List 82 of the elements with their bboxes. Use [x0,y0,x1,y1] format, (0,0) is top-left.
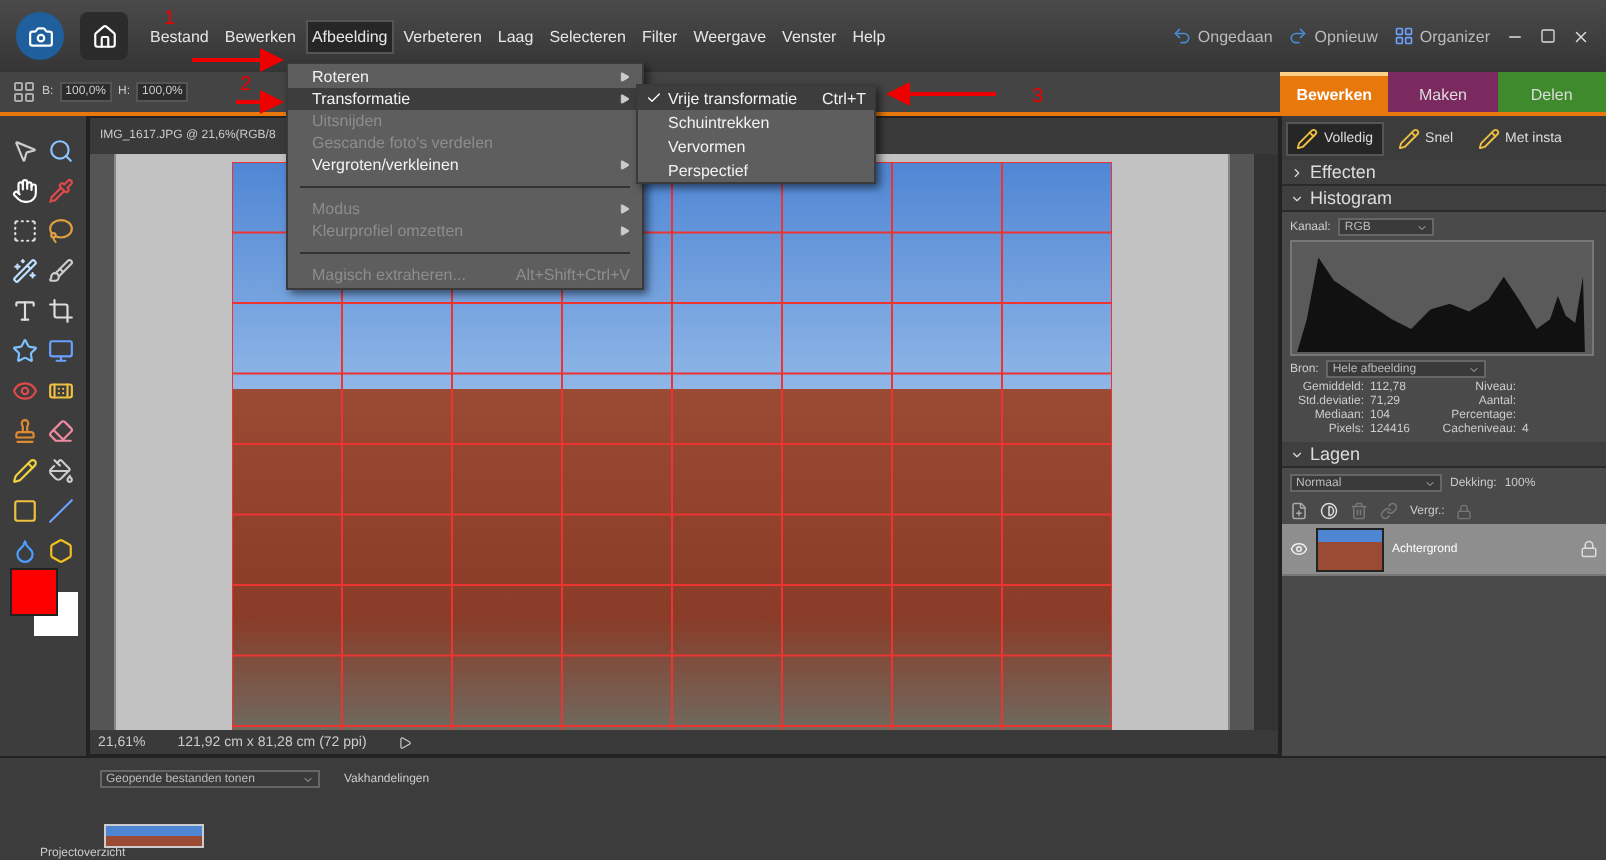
search-icon[interactable] [48,137,75,163]
grid-icon[interactable] [12,80,36,104]
hexagon-icon[interactable] [48,537,75,563]
pencil-icon [1477,127,1500,149]
chevron-down-icon [1468,363,1481,375]
menu-entry[interactable]: Vergroten/verkleinen [288,154,642,176]
wand-icon[interactable] [11,257,38,283]
star-icon[interactable] [11,337,38,363]
pencil-icon [1296,127,1318,149]
text-icon[interactable] [11,297,38,323]
pencil-icon [1397,127,1420,149]
annotation-arrow [886,82,996,106]
paint-bucket-icon[interactable] [48,457,75,483]
chevron-down-icon [1424,477,1436,489]
vertical-scrollbar[interactable] [1254,154,1278,730]
menu-item[interactable]: Help [846,19,892,53]
pipette-icon[interactable] [48,177,75,203]
triangle-icon [620,204,630,214]
droplet-icon[interactable] [11,537,38,563]
triangle-icon [620,72,630,82]
triangle-icon [620,160,630,170]
crop-icon[interactable] [48,297,75,323]
eraser-icon[interactable] [48,417,75,443]
play-icon[interactable] [398,735,413,749]
annotation-arrow [192,48,284,72]
bandage-icon[interactable] [48,377,75,403]
caret-icon[interactable] [1290,447,1304,461]
stamp-icon[interactable] [11,417,38,443]
monitor-icon[interactable] [48,337,75,363]
menu-entry[interactable]: Transformatie [288,88,642,110]
menu-item[interactable]: Weergave [687,19,773,53]
menu-entry[interactable]: Schuintrekken [638,110,874,134]
layer-thumbnail [1316,527,1384,571]
menu-entry[interactable]: Roteren [288,66,642,88]
menu-item[interactable]: Afbeelding [305,19,394,53]
camera-icon[interactable] [27,23,53,49]
eye-icon[interactable] [11,377,38,403]
app-logo[interactable] [16,12,64,60]
menu-item[interactable]: Verbeteren [397,19,488,53]
pencil-icon[interactable] [11,457,38,483]
panel-header[interactable]: Histogram [1282,186,1606,212]
square-icon[interactable] [11,497,38,523]
menu-entry[interactable]: Perspectief [638,158,874,182]
lasso-icon[interactable] [48,217,75,243]
maximize-icon[interactable] [1540,28,1556,44]
mode-tab[interactable]: Maken [1388,72,1498,112]
new-layer-icon[interactable] [1290,502,1308,520]
home-icon[interactable] [91,23,117,49]
undo-icon[interactable] [1171,26,1192,46]
organizer-button[interactable]: Organizer [1393,26,1490,46]
annotation-number: 2 [240,74,252,96]
panel-header[interactable]: Effecten [1282,160,1606,186]
home-button[interactable] [80,12,128,60]
menu-item[interactable]: Laag [491,19,540,53]
annotation-number: 3 [1032,86,1044,108]
bin-thumbnail[interactable] [104,824,204,848]
annotation-number: 1 [164,8,176,30]
undo-button[interactable]: Ongedaan [1171,26,1273,46]
eye-icon[interactable] [1290,540,1308,558]
menu-entry[interactable]: Vervormen [638,134,874,158]
menu-item[interactable]: Bewerken [218,19,302,53]
triangle-icon [620,226,630,236]
redo-button[interactable]: Opnieuw [1288,26,1378,46]
chevron-down-icon [1416,221,1429,233]
hand-icon[interactable] [11,177,38,203]
menu-item[interactable]: Venster [776,19,843,53]
annotation-arrow [236,90,284,114]
close-icon[interactable] [1572,27,1590,45]
line-icon[interactable] [48,497,75,523]
half-circle-icon[interactable] [1320,502,1338,520]
pointer-icon[interactable] [11,137,38,163]
menu-item[interactable]: Selecteren [543,19,632,53]
menu-item[interactable]: Filter [635,19,684,53]
panel-header[interactable]: Lagen [1282,442,1606,468]
redo-icon[interactable] [1288,26,1309,46]
triangle-icon [620,94,630,104]
brush-icon[interactable] [48,257,75,283]
chevron-down-icon [302,773,314,785]
grid-icon[interactable] [1393,26,1414,46]
menu-entry[interactable]: Vrije transformatie Ctrl+T [638,86,874,110]
color-swatches[interactable] [9,568,77,636]
dashed-square-icon[interactable] [11,217,38,243]
